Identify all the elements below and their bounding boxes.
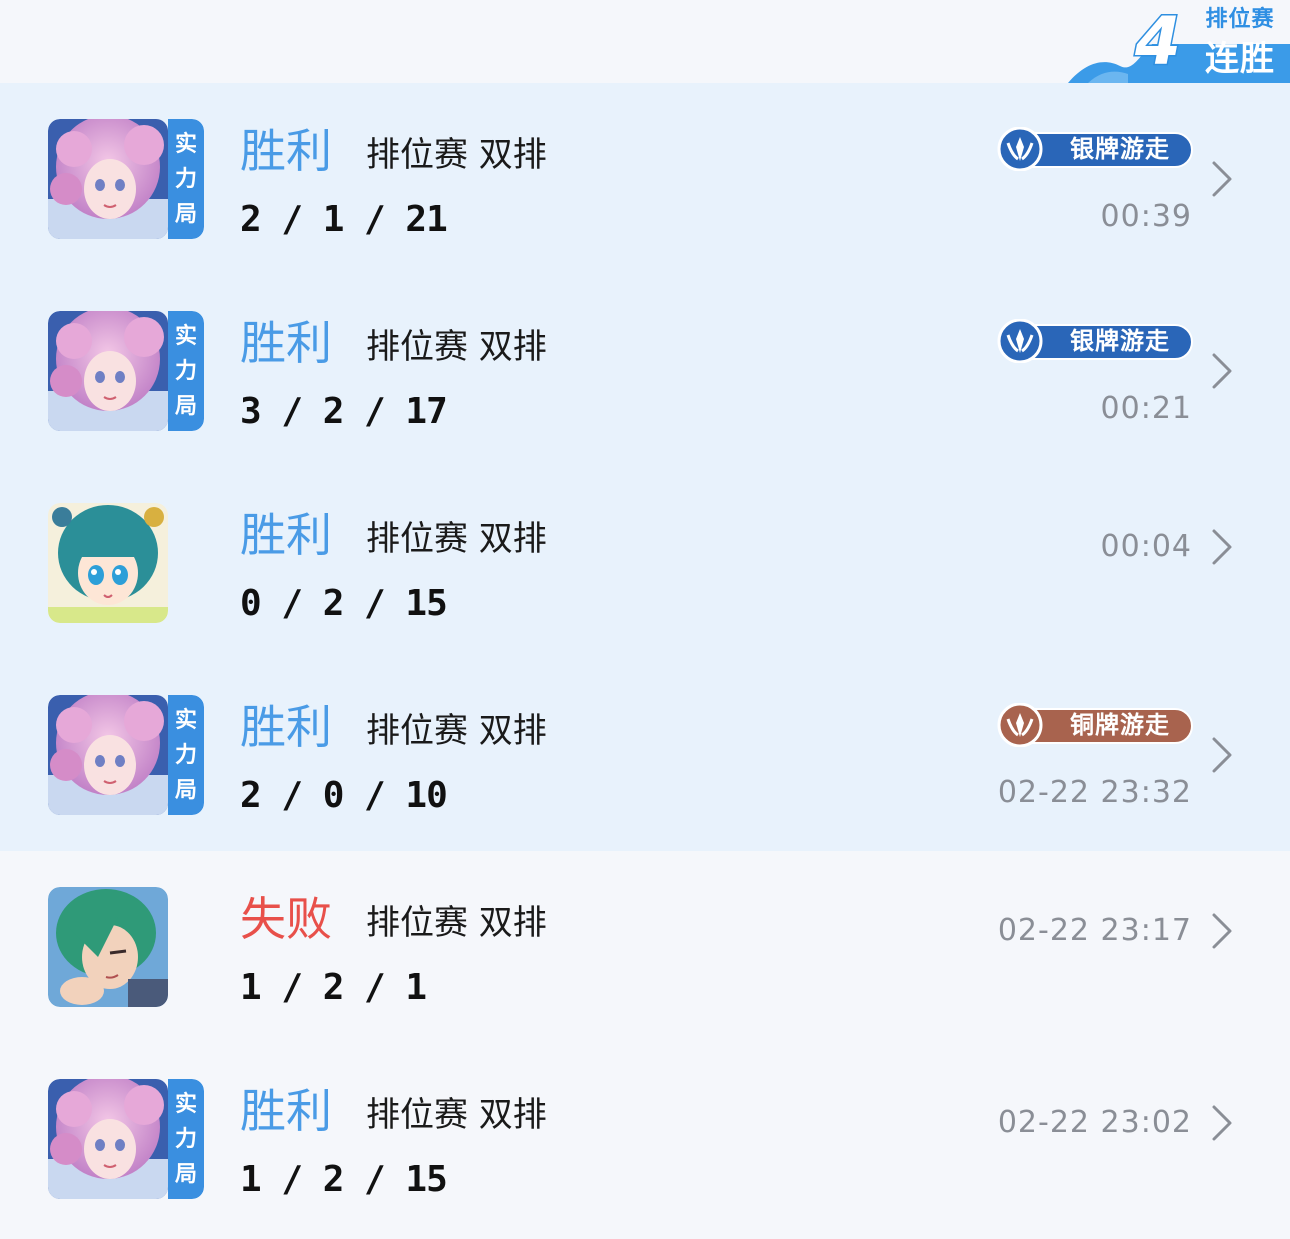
strength-match-tag: 实力局 [168, 1079, 204, 1199]
match-time: 02-22 23:32 [997, 775, 1192, 810]
match-kda: 3 / 2 / 17 [240, 391, 448, 432]
match-time: 00:39 [1100, 199, 1192, 234]
tag-char: 实 [174, 131, 197, 157]
hero-teal-hair-portrait-icon [48, 503, 168, 623]
chevron-right-icon[interactable] [1210, 911, 1234, 951]
match-result: 胜利 [240, 508, 332, 562]
strength-match-tag: 实力局 [168, 311, 204, 431]
tag-char: 局 [174, 201, 197, 227]
match-mode: 排位赛 双排 [366, 135, 547, 175]
match-kda: 0 / 2 / 15 [240, 583, 448, 624]
hero-avatar: 实力局 [48, 695, 204, 815]
match-mode: 排位赛 双排 [366, 903, 547, 943]
match-row[interactable]: 失败 排位赛 双排 1 / 2 / 1 02-22 23:17 [0, 851, 1290, 1043]
tag-char: 局 [174, 393, 197, 419]
strength-match-tag: 实力局 [168, 119, 204, 239]
match-time: 02-22 23:02 [997, 1105, 1192, 1140]
tag-char: 力 [174, 1126, 197, 1152]
strength-match-tag: 实力局 [168, 695, 204, 815]
streak-mode-label: 排位赛 [1205, 7, 1275, 32]
match-time: 02-22 23:17 [997, 913, 1192, 948]
match-kda: 1 / 2 / 1 [240, 967, 427, 1008]
medal-label: 铜牌游走 [1070, 711, 1170, 739]
match-row[interactable]: 胜利 排位赛 双排 0 / 2 / 15 00:04 [0, 467, 1290, 659]
hero-avatar: 实力局 [48, 119, 204, 239]
streak-label: 连胜 [1205, 39, 1275, 79]
match-history-list: 实力局胜利 排位赛 双排 2 / 1 / 21 银牌游走 00:39 实力局胜利 排位赛 双… [0, 83, 1290, 1235]
tag-char: 实 [174, 1091, 197, 1117]
match-row[interactable]: 实力局胜利 排位赛 双排 3 / 2 / 17 银牌游走 00:21 [0, 275, 1290, 467]
hero-avatar [48, 503, 168, 623]
tag-char: 力 [174, 166, 197, 192]
streak-count: 4 [1134, 2, 1183, 82]
medal-badge: 铜牌游走 [996, 703, 1194, 747]
hero-avatar [48, 887, 168, 1007]
match-mode: 排位赛 双排 [366, 711, 547, 751]
chevron-right-icon[interactable] [1210, 351, 1234, 391]
medal-badge: 银牌游走 [996, 127, 1194, 171]
medal-label: 银牌游走 [1070, 327, 1170, 355]
tag-char: 实 [174, 707, 197, 733]
match-row[interactable]: 实力局胜利 排位赛 双排 1 / 2 / 15 02-22 23:02 [0, 1043, 1290, 1235]
hero-avatar: 实力局 [48, 1079, 204, 1199]
match-result: 胜利 [240, 1084, 332, 1138]
hero-green-hair-portrait-icon [48, 887, 168, 1007]
chevron-right-icon[interactable] [1210, 735, 1234, 775]
hero-pink-hair-portrait-icon [48, 119, 168, 239]
tag-char: 实 [174, 323, 197, 349]
match-result: 胜利 [240, 700, 332, 754]
match-kda: 1 / 2 / 15 [240, 1159, 448, 1200]
match-result: 胜利 [240, 124, 332, 178]
chevron-right-icon[interactable] [1210, 527, 1234, 567]
match-mode: 排位赛 双排 [366, 1095, 547, 1135]
match-row[interactable]: 实力局胜利 排位赛 双排 2 / 1 / 21 银牌游走 00:39 [0, 83, 1290, 275]
hero-pink-hair-portrait-icon [48, 1079, 168, 1199]
hero-pink-hair-portrait-icon [48, 311, 168, 431]
match-kda: 2 / 1 / 21 [240, 199, 448, 240]
match-mode: 排位赛 双排 [366, 327, 547, 367]
hero-pink-hair-portrait-icon [48, 695, 168, 815]
medal-badge: 银牌游走 [996, 319, 1194, 363]
chevron-right-icon[interactable] [1210, 159, 1234, 199]
medal-label: 银牌游走 [1070, 135, 1170, 163]
tag-char: 力 [174, 358, 197, 384]
match-kda: 2 / 0 / 10 [240, 775, 448, 816]
match-time: 00:21 [1100, 391, 1192, 426]
tag-char: 局 [174, 1161, 197, 1187]
match-row[interactable]: 实力局胜利 排位赛 双排 2 / 0 / 10 铜牌游走 02-22 23:32 [0, 659, 1290, 851]
match-result: 失败 [240, 892, 332, 946]
match-result: 胜利 [240, 316, 332, 370]
hero-avatar: 实力局 [48, 311, 204, 431]
win-streak-badge: 4 排位赛 连胜 [1068, 0, 1290, 83]
match-mode: 排位赛 双排 [366, 519, 547, 559]
match-time: 00:04 [1100, 529, 1192, 564]
chevron-right-icon[interactable] [1210, 1103, 1234, 1143]
tag-char: 力 [174, 742, 197, 768]
tag-char: 局 [174, 777, 197, 803]
